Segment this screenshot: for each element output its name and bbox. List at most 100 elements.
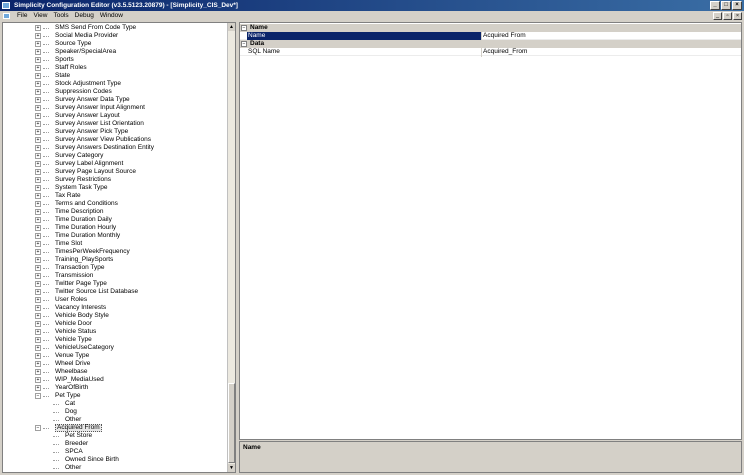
category-name[interactable]: − Name: [240, 24, 741, 32]
expand-icon[interactable]: +: [35, 177, 41, 183]
expand-icon[interactable]: +: [35, 385, 41, 391]
tree-item[interactable]: + Survey Answer View Publications: [3, 136, 227, 144]
tree-item[interactable]: + Survey Answers Destination Entity: [3, 144, 227, 152]
expand-icon[interactable]: +: [35, 81, 41, 87]
tree-item[interactable]: + Time Duration Hourly: [3, 224, 227, 232]
expand-icon[interactable]: +: [35, 209, 41, 215]
collapse-icon[interactable]: −: [241, 25, 247, 31]
tree-item[interactable]: Other: [3, 464, 227, 472]
tree-item[interactable]: + Survey Answer List Orientation: [3, 120, 227, 128]
tree-item[interactable]: + Suppression Codes: [3, 88, 227, 96]
collapse-icon[interactable]: −: [35, 393, 41, 399]
tree-item[interactable]: + Training_PlaySports: [3, 256, 227, 264]
tree-item[interactable]: + Survey Answer Pick Type: [3, 128, 227, 136]
child-minimize-button[interactable]: _: [713, 12, 722, 20]
document-icon[interactable]: [3, 13, 10, 19]
expand-icon[interactable]: +: [35, 337, 41, 343]
expand-icon[interactable]: +: [35, 49, 41, 55]
expand-icon[interactable]: +: [35, 353, 41, 359]
tree-item[interactable]: + Transmission: [3, 272, 227, 280]
tree-item[interactable]: + Vehicle Status: [3, 328, 227, 336]
expand-icon[interactable]: +: [35, 25, 41, 31]
close-button[interactable]: ×: [732, 1, 742, 10]
tree-item[interactable]: Breeder: [3, 440, 227, 448]
expand-icon[interactable]: +: [35, 217, 41, 223]
expand-icon[interactable]: +: [35, 281, 41, 287]
property-row-name[interactable]: Name Acquired From: [240, 32, 741, 40]
expand-icon[interactable]: +: [35, 105, 41, 111]
expand-icon[interactable]: +: [35, 313, 41, 319]
expand-icon[interactable]: +: [35, 297, 41, 303]
scroll-thumb[interactable]: [228, 383, 235, 463]
menu-view[interactable]: View: [30, 11, 50, 21]
tree-item[interactable]: + Transaction Type: [3, 264, 227, 272]
tree-item[interactable]: + YearOfBirth: [3, 384, 227, 392]
expand-icon[interactable]: +: [35, 289, 41, 295]
tree-item[interactable]: + Vehicle Body Style: [3, 312, 227, 320]
tree-item[interactable]: Cat: [3, 400, 227, 408]
expand-icon[interactable]: +: [35, 265, 41, 271]
maximize-button[interactable]: □: [721, 1, 731, 10]
child-restore-button[interactable]: ▫: [723, 12, 732, 20]
tree-item[interactable]: + Time Duration Monthly: [3, 232, 227, 240]
expand-icon[interactable]: +: [35, 145, 41, 151]
tree-item[interactable]: + Twitter Source List Database: [3, 288, 227, 296]
expand-icon[interactable]: +: [35, 193, 41, 199]
tree-item[interactable]: + Survey Answer Input Alignment: [3, 104, 227, 112]
expand-icon[interactable]: +: [35, 169, 41, 175]
child-close-button[interactable]: ×: [733, 12, 742, 20]
tree-item[interactable]: + Survey Restrictions: [3, 176, 227, 184]
expand-icon[interactable]: +: [35, 273, 41, 279]
tree-item[interactable]: + Time Slot: [3, 240, 227, 248]
tree-item[interactable]: + Survey Answer Layout: [3, 112, 227, 120]
tree-item[interactable]: + Sports: [3, 56, 227, 64]
tree-item[interactable]: + Twitter Page Type: [3, 280, 227, 288]
expand-icon[interactable]: +: [35, 73, 41, 79]
expand-icon[interactable]: +: [35, 153, 41, 159]
tree-item[interactable]: + Vehicle Type: [3, 336, 227, 344]
column-divider[interactable]: [481, 31, 482, 57]
expand-icon[interactable]: +: [35, 321, 41, 327]
tree-item[interactable]: + Survey Category: [3, 152, 227, 160]
tree-item[interactable]: + State: [3, 72, 227, 80]
tree-item[interactable]: + SMS Send From Code Type: [3, 24, 227, 32]
tree-item[interactable]: + Survey Label Alignment: [3, 160, 227, 168]
tree-item[interactable]: + Time Description: [3, 208, 227, 216]
collapse-icon[interactable]: −: [241, 41, 247, 47]
expand-icon[interactable]: +: [35, 249, 41, 255]
tree-item[interactable]: + Wheelbase: [3, 368, 227, 376]
tree-scrollbar[interactable]: ▲ ▼: [227, 23, 235, 472]
tree-item[interactable]: − Acquired From: [3, 424, 227, 432]
tree-item[interactable]: SPCA: [3, 448, 227, 456]
tree-item[interactable]: + Survey Answer Data Type: [3, 96, 227, 104]
expand-icon[interactable]: +: [35, 225, 41, 231]
property-value[interactable]: Acquired From: [482, 32, 526, 40]
category-data[interactable]: − Data: [240, 40, 741, 48]
expand-icon[interactable]: +: [35, 161, 41, 167]
tree-item[interactable]: + User Roles: [3, 296, 227, 304]
tree-item[interactable]: + Vacancy Interests: [3, 304, 227, 312]
expand-icon[interactable]: +: [35, 129, 41, 135]
tree-item[interactable]: − Pet Type: [3, 392, 227, 400]
expand-icon[interactable]: +: [35, 33, 41, 39]
tree-item[interactable]: + Venue Type: [3, 352, 227, 360]
tree-item[interactable]: + TimesPerWeekFrequency: [3, 248, 227, 256]
tree-item[interactable]: + WIP_MediaUsed: [3, 376, 227, 384]
minimize-button[interactable]: _: [710, 1, 720, 10]
expand-icon[interactable]: +: [35, 137, 41, 143]
expand-icon[interactable]: +: [35, 57, 41, 63]
tree-item[interactable]: Other: [3, 416, 227, 424]
tree-view[interactable]: + SMS Send From Code Type + Social Media Pr…: [2, 22, 236, 473]
collapse-icon[interactable]: −: [35, 425, 41, 431]
menu-file[interactable]: File: [14, 11, 30, 21]
menu-tools[interactable]: Tools: [50, 11, 71, 21]
tree-item[interactable]: + Source Type: [3, 40, 227, 48]
expand-icon[interactable]: +: [35, 185, 41, 191]
expand-icon[interactable]: +: [35, 377, 41, 383]
expand-icon[interactable]: +: [35, 361, 41, 367]
tree-item[interactable]: + Staff Roles: [3, 64, 227, 72]
scroll-down-arrow-icon[interactable]: ▼: [228, 464, 235, 472]
expand-icon[interactable]: +: [35, 41, 41, 47]
expand-icon[interactable]: +: [35, 97, 41, 103]
tree-item[interactable]: Pet Store: [3, 432, 227, 440]
